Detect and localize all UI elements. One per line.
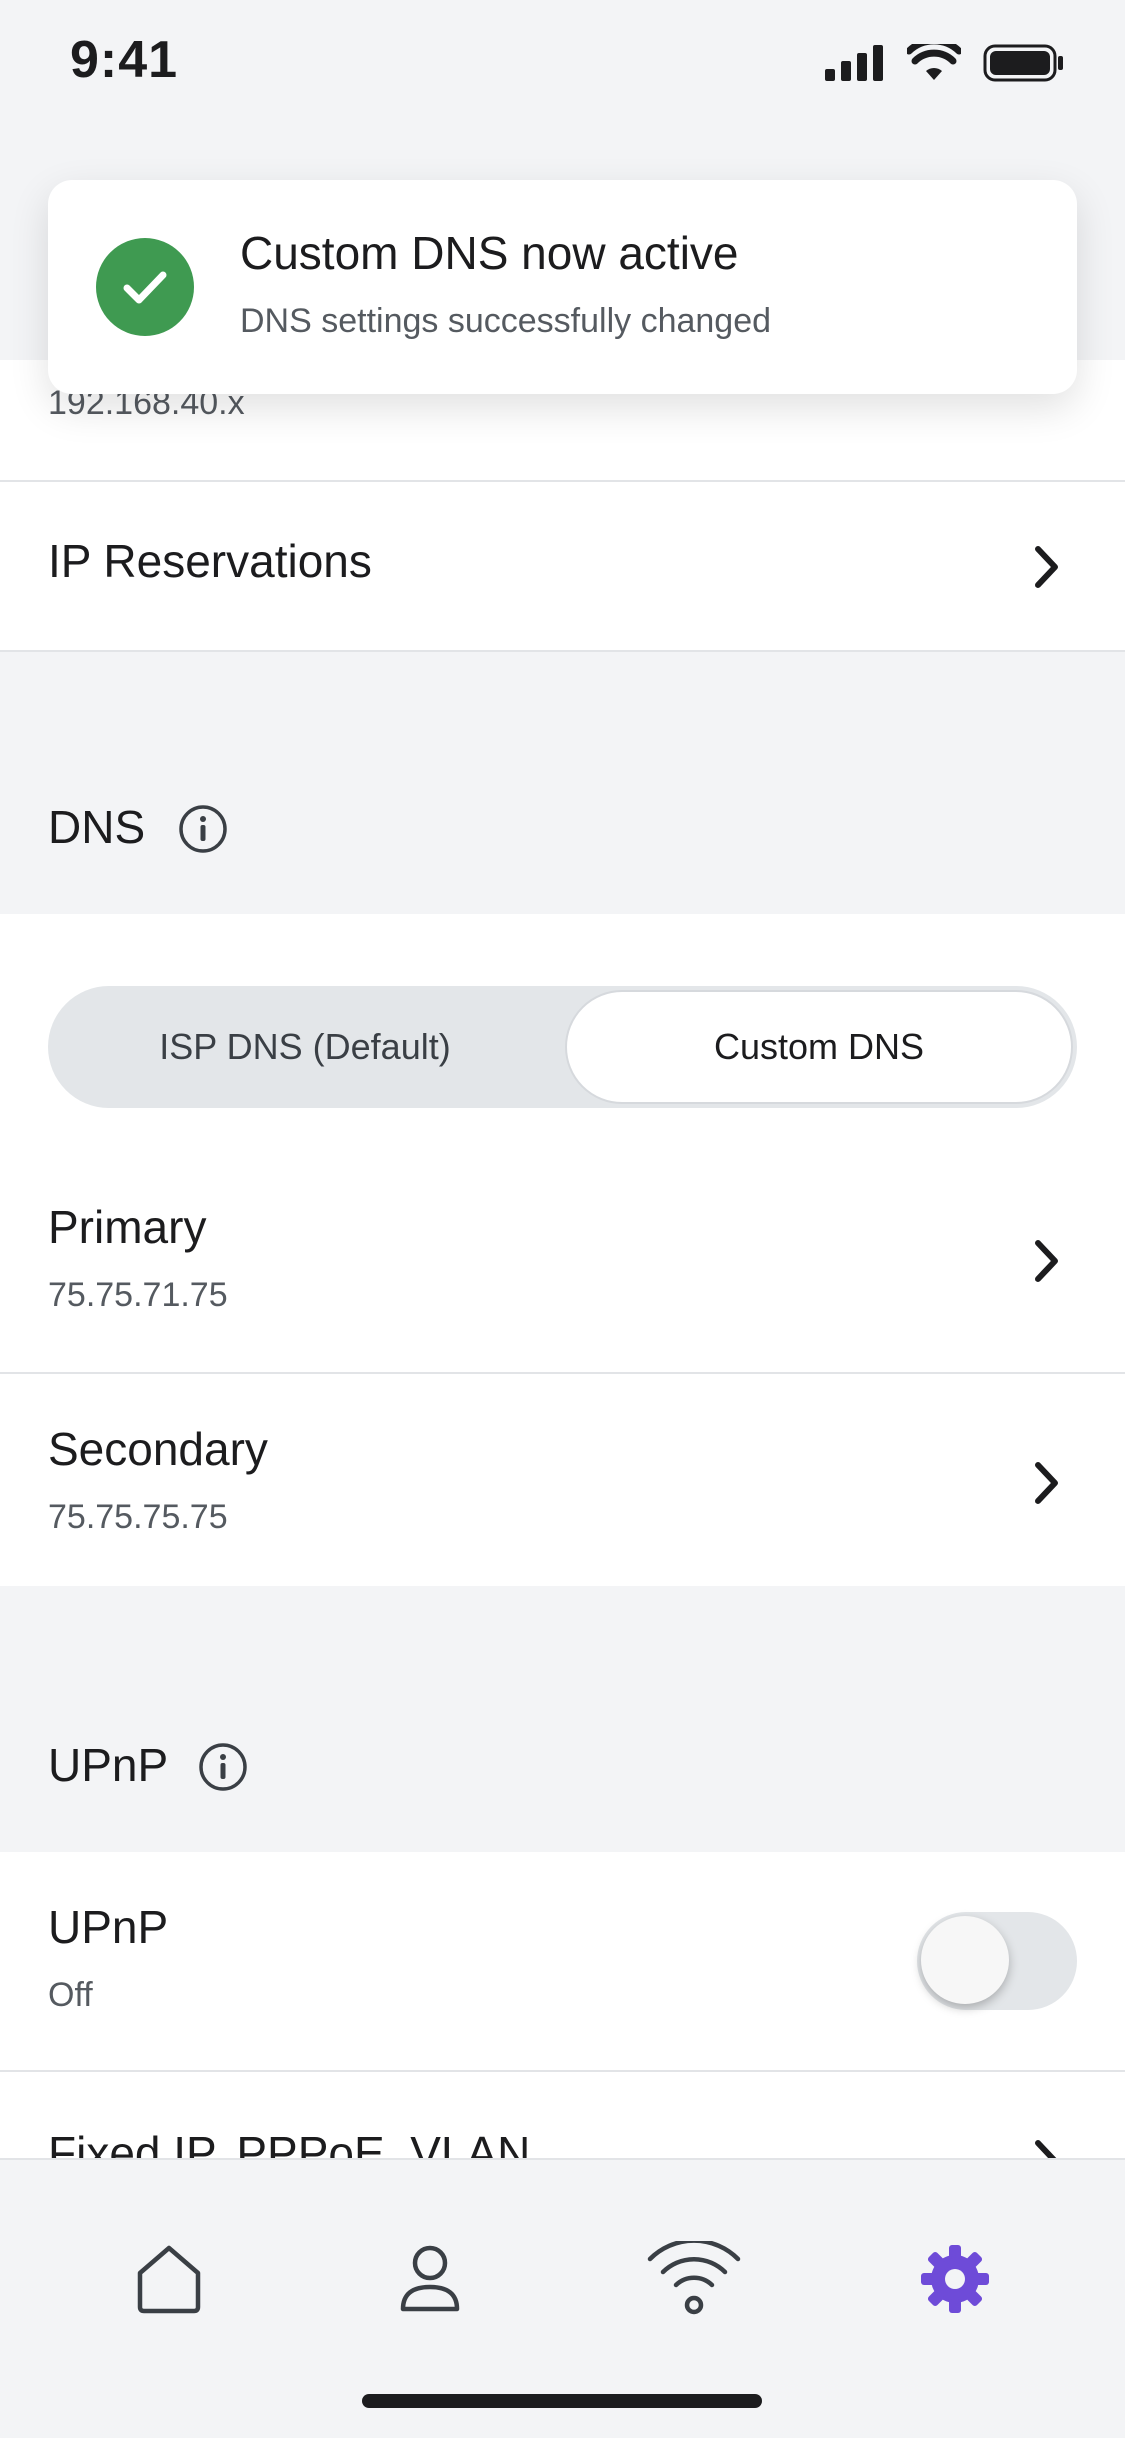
tab-profile[interactable]: [375, 2224, 485, 2334]
home-icon: [137, 2245, 201, 2314]
home-indicator: [362, 2394, 762, 2408]
checkmark-icon: [96, 238, 194, 336]
primary-label: Primary: [48, 1201, 207, 1253]
tab-wifi[interactable]: [639, 2224, 749, 2334]
ip-reservations-label: IP Reservations: [48, 535, 372, 587]
person-icon: [400, 2245, 460, 2312]
upnp-toggle[interactable]: [917, 1912, 1077, 2010]
chevron-right-icon: [1035, 1462, 1058, 1504]
gear-icon: [921, 2245, 989, 2313]
dns-primary-row[interactable]: Primary 75.75.71.75: [0, 1152, 1125, 1374]
status-bar: 9:41: [0, 0, 1125, 140]
chevron-right-icon: [1035, 546, 1058, 588]
primary-value: 75.75.71.75: [48, 1276, 228, 1314]
cellular-signal-icon: [825, 45, 883, 81]
info-icon[interactable]: [198, 1742, 248, 1792]
segment-isp-dns[interactable]: ISP DNS (Default): [48, 986, 562, 1108]
dns-section-header: DNS: [0, 652, 1125, 914]
battery-icon: [983, 44, 1063, 82]
upnp-section-header: UPnP: [0, 1588, 1125, 1852]
segment-custom-dns[interactable]: Custom DNS: [565, 990, 1073, 1104]
upnp-section-title: UPnP: [48, 1739, 169, 1791]
secondary-label: Secondary: [48, 1423, 268, 1475]
upnp-label: UPnP: [48, 1901, 169, 1953]
ip-reservations-row[interactable]: IP Reservations: [0, 482, 1125, 652]
tab-home[interactable]: [114, 2224, 224, 2334]
dns-secondary-row[interactable]: Secondary 75.75.75.75: [0, 1374, 1125, 1586]
dns-mode-segmented-control: ISP DNS (Default) Custom DNS: [48, 986, 1077, 1108]
status-icons: [825, 44, 1065, 82]
secondary-value: 75.75.75.75: [48, 1498, 228, 1536]
info-icon[interactable]: [178, 804, 228, 854]
upnp-state: Off: [48, 1976, 93, 2014]
status-time: 9:41: [70, 31, 179, 89]
toast-title: Custom DNS now active: [240, 227, 739, 279]
success-toast: Custom DNS now active DNS settings succe…: [48, 180, 1077, 394]
chevron-right-icon: [1035, 1240, 1058, 1282]
toast-message: DNS settings successfully changed: [240, 302, 772, 340]
wifi-status-icon: [907, 44, 961, 80]
wifi-icon: [647, 2241, 741, 2315]
toggle-knob: [921, 1916, 1009, 2004]
tab-settings[interactable]: [900, 2224, 1010, 2334]
dns-section-title: DNS: [48, 801, 146, 853]
